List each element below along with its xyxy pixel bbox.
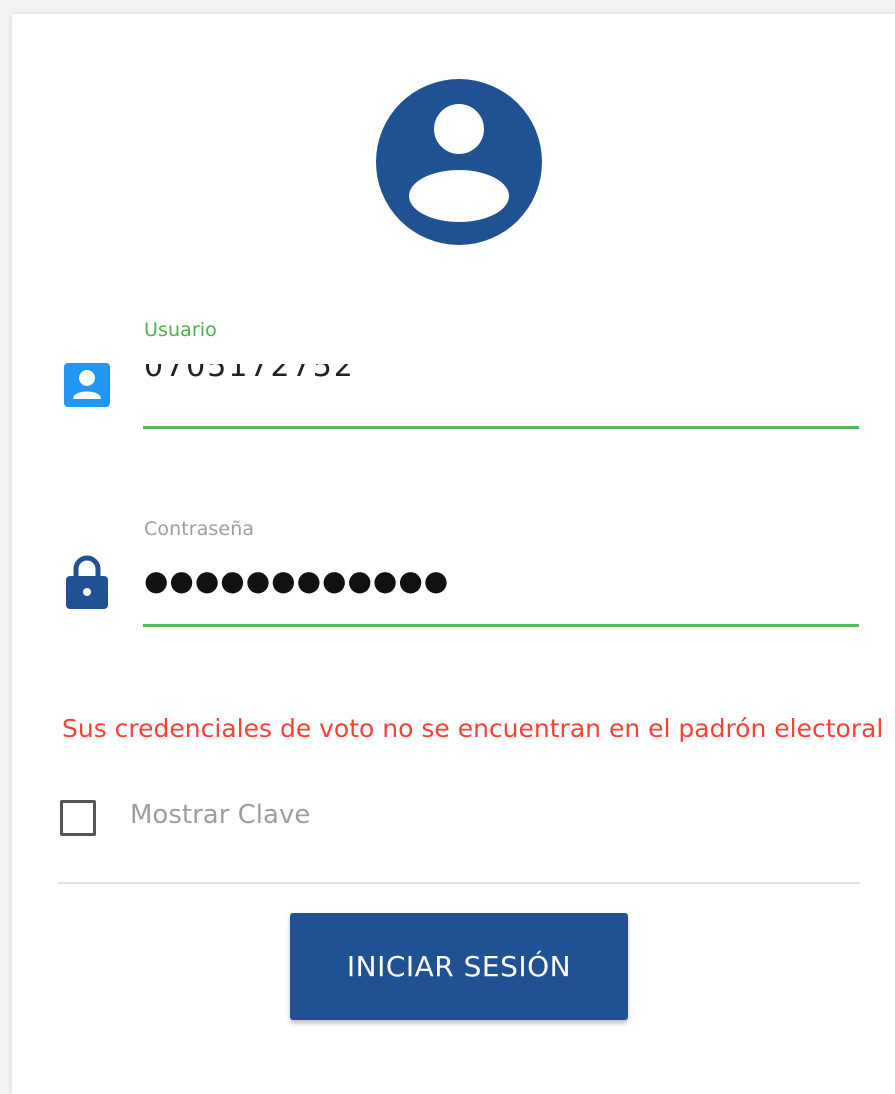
password-underline	[143, 624, 859, 627]
password-label: Contraseña	[144, 518, 255, 540]
account-box-icon	[64, 363, 110, 407]
divider	[58, 882, 860, 884]
password-field[interactable]: ●●●●●●●●●●●●	[144, 562, 844, 608]
username-label: Usuario	[144, 319, 217, 341]
login-button[interactable]: INICIAR SESIÓN	[290, 913, 628, 1020]
username-input-value[interactable]: 0705172752	[144, 364, 355, 384]
lock-icon	[66, 555, 108, 609]
password-input-value[interactable]: ●●●●●●●●●●●●	[144, 564, 449, 597]
show-password-label[interactable]: Mostrar Clave	[130, 800, 310, 830]
error-message: Sus credenciales de voto no se encuentra…	[62, 714, 884, 743]
username-underline	[143, 426, 859, 429]
username-field[interactable]: 0705172752	[144, 364, 844, 398]
show-password-checkbox[interactable]	[60, 800, 96, 836]
account-circle-icon	[376, 79, 542, 245]
